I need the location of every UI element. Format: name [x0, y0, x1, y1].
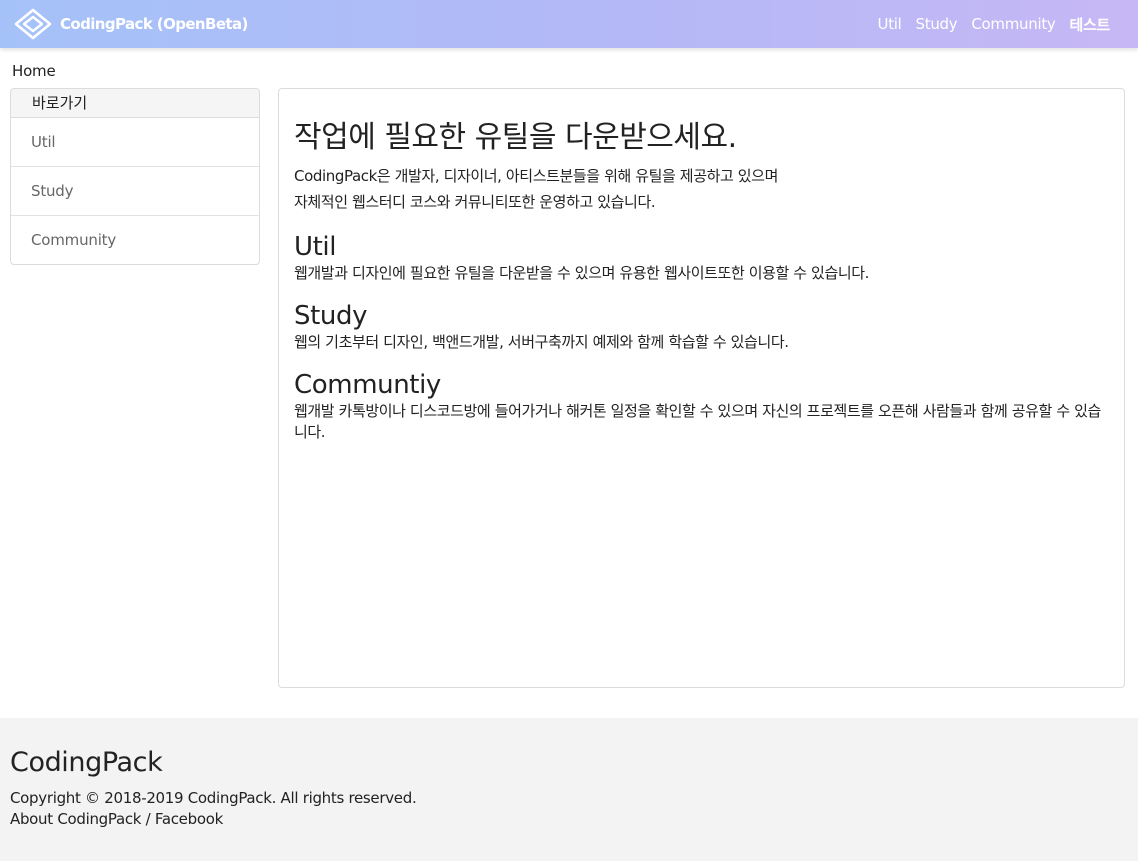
section-description: 웹개발 카톡방이나 디스코드방에 들어가거나 해커톤 일정을 확인할 수 있으며…: [294, 402, 1101, 441]
footer-brand: CodingPack: [10, 747, 163, 778]
page-footer: CodingPack Copyright © 2018-2019 CodingP…: [0, 718, 1138, 861]
footer-links: About CodingPack / Facebook: [10, 809, 1128, 830]
section-util: Util 웹개발과 디자인에 필요한 유틸을 다운받을 수 있으며 유용한 웹사…: [294, 231, 1109, 284]
main-nav: Util Study Community 테스트: [878, 0, 1111, 48]
brand-home-link[interactable]: CodingPack (OpenBeta): [14, 8, 248, 40]
section-description: 웹개발과 디자인에 필요한 유틸을 다운받을 수 있으며 유용한 웹사이트또한 …: [294, 264, 870, 282]
sidebar-item-util[interactable]: Util: [11, 118, 259, 167]
nav-community[interactable]: Community: [971, 15, 1055, 33]
diamond-logo-icon: [14, 8, 52, 40]
footer-separator: /: [141, 810, 155, 828]
top-navbar: CodingPack (OpenBeta) Util Study Communi…: [0, 0, 1138, 48]
main-content-panel: 작업에 필요한 유틸을 다운받으세요. CodingPack은 개발자, 디자이…: [278, 88, 1125, 688]
intro-line: 자체적인 웹스터디 코스와 커뮤니티또한 운영하고 있습니다.: [294, 193, 656, 211]
nav-study[interactable]: Study: [916, 15, 958, 33]
shortcut-sidebar: 바로가기 Util Study Community: [10, 88, 260, 265]
section-heading: Study: [294, 301, 368, 331]
footer-copyright: Copyright © 2018-2019 CodingPack. All ri…: [10, 789, 417, 807]
brand-name: CodingPack (OpenBeta): [60, 15, 248, 33]
intro-text: CodingPack은 개발자, 디자이너, 아티스트분들을 위해 유틸을 제공…: [294, 163, 1109, 215]
sidebar-item-study[interactable]: Study: [11, 167, 259, 216]
section-community: Communtiy 웹개발 카톡방이나 디스코드방에 들어가거나 해커톤 일정을…: [294, 369, 1109, 443]
section-heading: Communtiy: [294, 370, 441, 400]
section-description: 웹의 기초부터 디자인, 백앤드개발, 서버구축까지 예제와 함께 학습할 수 …: [294, 333, 789, 351]
sidebar-item-community[interactable]: Community: [11, 216, 259, 264]
nav-test[interactable]: 테스트: [1069, 14, 1110, 35]
about-link[interactable]: About CodingPack: [10, 810, 141, 828]
facebook-link[interactable]: Facebook: [155, 810, 223, 828]
nav-util[interactable]: Util: [878, 15, 902, 33]
breadcrumb[interactable]: Home: [12, 62, 56, 80]
section-heading: Util: [294, 232, 337, 262]
section-study: Study 웹의 기초부터 디자인, 백앤드개발, 서버구축까지 예제와 함께 …: [294, 300, 1109, 353]
intro-line: CodingPack은 개발자, 디자이너, 아티스트분들을 위해 유틸을 제공…: [294, 167, 778, 185]
sidebar-title: 바로가기: [11, 89, 259, 118]
page-title: 작업에 필요한 유틸을 다운받으세요.: [294, 120, 737, 155]
